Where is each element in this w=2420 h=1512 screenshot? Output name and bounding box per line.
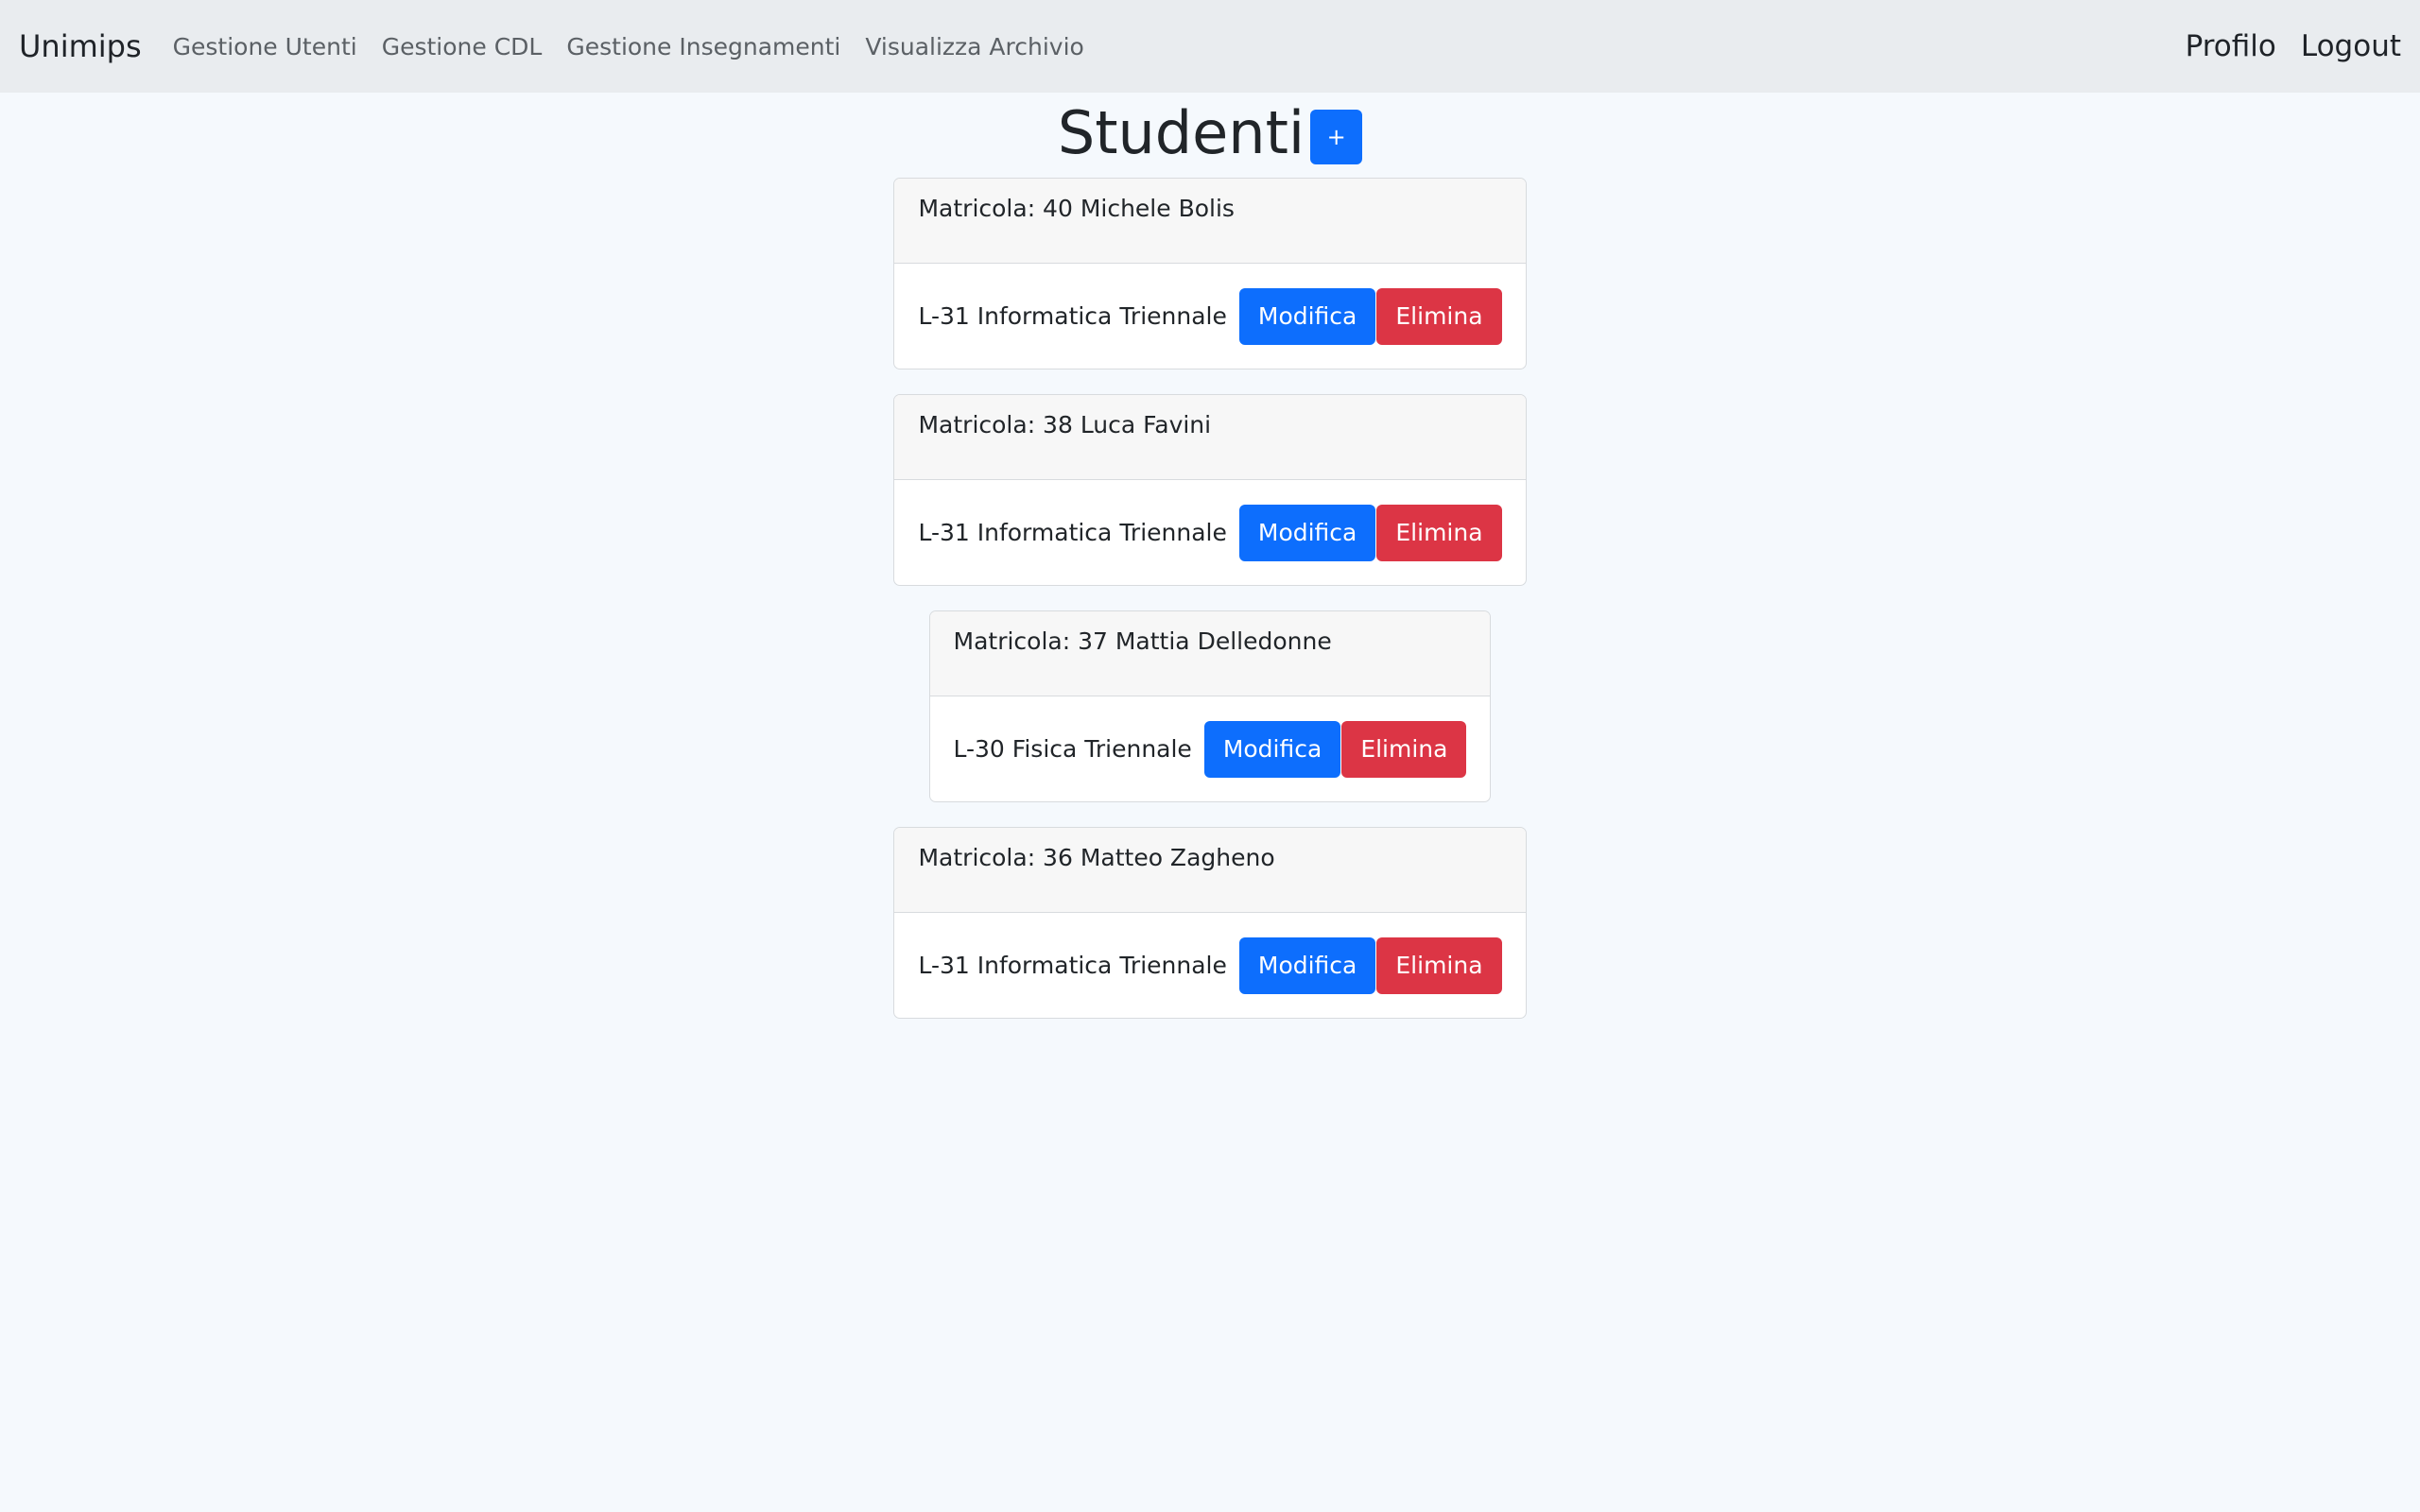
nav-gestione-utenti[interactable]: Gestione Utenti bbox=[161, 35, 370, 59]
student-course: L-31 Informatica Triennale bbox=[918, 952, 1227, 979]
logout-link[interactable]: Logout bbox=[2276, 31, 2401, 61]
student-card: Matricola: 40 Michele Bolis L-31 Informa… bbox=[893, 178, 1527, 369]
nav-links: Gestione Utenti Gestione CDL Gestione In… bbox=[161, 35, 1097, 59]
page-title: Studenti bbox=[1057, 98, 1305, 167]
nav-gestione-insegnamenti[interactable]: Gestione Insegnamenti bbox=[554, 35, 853, 59]
student-body: L-31 Informatica Triennale Modifica Elim… bbox=[894, 913, 1525, 1018]
delete-button[interactable]: Elimina bbox=[1376, 936, 1502, 994]
student-header: Matricola: 36 Matteo Zagheno bbox=[894, 828, 1526, 913]
top-navbar: Unimips Gestione Utenti Gestione CDL Ges… bbox=[0, 0, 2420, 93]
nav-visualizza-archivio[interactable]: Visualizza Archivio bbox=[853, 35, 1097, 59]
edit-button[interactable]: Modifica bbox=[1203, 720, 1341, 778]
student-course: L-31 Informatica Triennale bbox=[918, 302, 1227, 330]
student-header: Matricola: 40 Michele Bolis bbox=[894, 179, 1526, 264]
student-card: Matricola: 37 Mattia Delledonne L-30 Fis… bbox=[928, 610, 1492, 802]
brand-link[interactable]: Unimips bbox=[19, 31, 142, 61]
delete-button[interactable]: Elimina bbox=[1376, 287, 1502, 345]
student-header: Matricola: 37 Mattia Delledonne bbox=[929, 611, 1491, 696]
edit-button[interactable]: Modifica bbox=[1238, 936, 1376, 994]
student-body: L-31 Informatica Triennale Modifica Elim… bbox=[894, 480, 1525, 585]
student-card: Matricola: 36 Matteo Zagheno L-31 Inform… bbox=[893, 827, 1527, 1019]
student-card: Matricola: 38 Luca Favini L-31 Informati… bbox=[893, 394, 1527, 586]
edit-button[interactable]: Modifica bbox=[1238, 504, 1376, 561]
student-list: Matricola: 40 Michele Bolis L-31 Informa… bbox=[0, 178, 2420, 1043]
edit-button[interactable]: Modifica bbox=[1238, 287, 1376, 345]
delete-button[interactable]: Elimina bbox=[1376, 504, 1502, 561]
student-header: Matricola: 38 Luca Favini bbox=[894, 395, 1526, 480]
delete-button[interactable]: Elimina bbox=[1341, 720, 1467, 778]
student-body: L-31 Informatica Triennale Modifica Elim… bbox=[894, 264, 1525, 369]
student-course: L-30 Fisica Triennale bbox=[953, 735, 1192, 763]
student-course: L-31 Informatica Triennale bbox=[918, 519, 1227, 546]
add-student-button[interactable]: + bbox=[1310, 110, 1363, 164]
nav-right: Profilo Logout bbox=[2161, 31, 2401, 61]
title-row: Studenti + bbox=[0, 94, 2420, 172]
profile-link[interactable]: Profilo bbox=[2161, 31, 2276, 61]
nav-gestione-cdl[interactable]: Gestione CDL bbox=[370, 35, 555, 59]
student-body: L-30 Fisica Triennale Modifica Elimina bbox=[930, 696, 1491, 801]
